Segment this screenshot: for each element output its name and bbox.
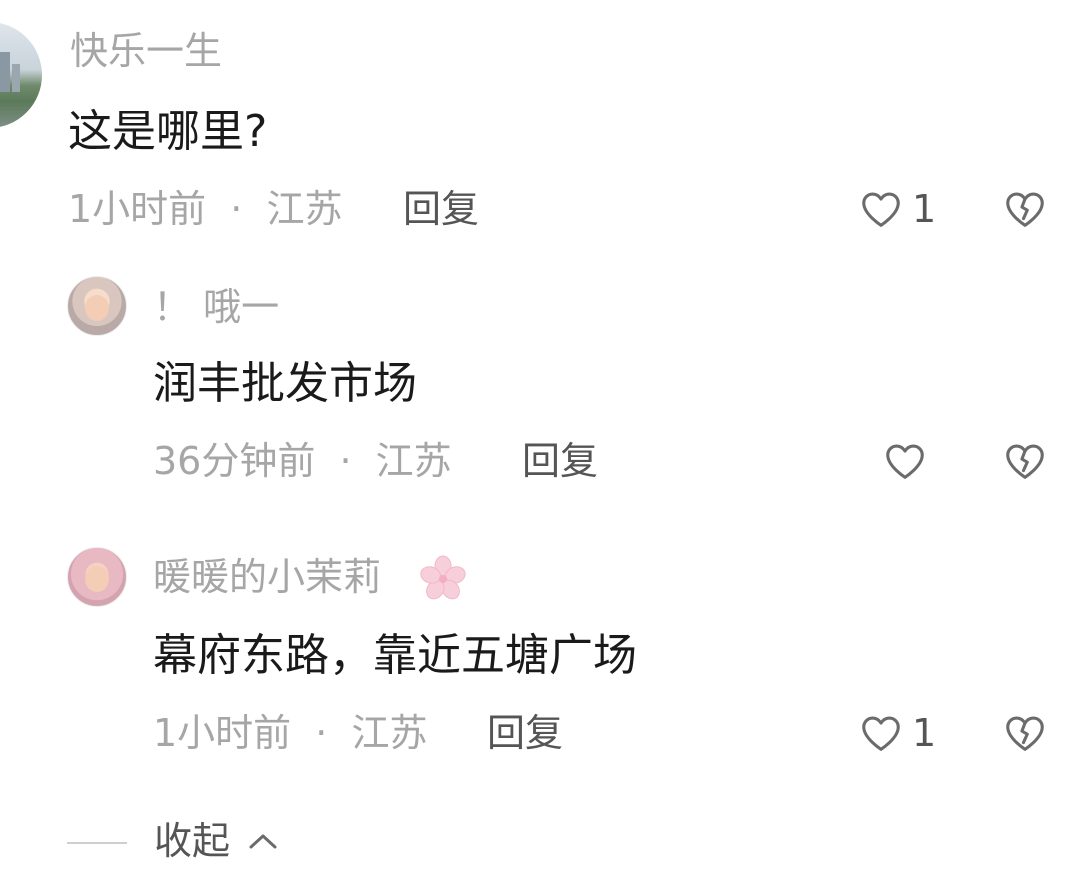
avatar[interactable]: [67, 547, 127, 607]
comment-location: 江苏: [375, 439, 452, 483]
heart-outline-icon[interactable]: [882, 438, 928, 484]
broken-heart-icon[interactable]: [1002, 710, 1048, 756]
reply-button[interactable]: 回复: [487, 714, 563, 752]
collapse-divider: [67, 842, 127, 844]
comment-time: 1小时前: [68, 187, 207, 231]
meta-separator: ·: [339, 439, 352, 483]
heart-outline-icon[interactable]: [858, 186, 904, 232]
comment-meta: 1小时前 · 江苏: [68, 190, 342, 228]
meta-separator: ·: [230, 187, 243, 231]
comment-location: 江苏: [351, 711, 428, 755]
like-count: 1: [912, 187, 937, 231]
comment-time: 36分钟前: [153, 439, 316, 483]
comment-text: 润丰批发市场: [153, 358, 417, 409]
reply-button[interactable]: 回复: [522, 442, 598, 480]
cherry-blossom-icon: [418, 553, 468, 603]
username[interactable]: 暖暖的小茉莉: [153, 558, 381, 596]
username[interactable]: ！ 哦一: [153, 288, 279, 326]
broken-heart-icon[interactable]: [1002, 186, 1048, 232]
heart-outline-icon[interactable]: [858, 710, 904, 756]
collapse-button[interactable]: 收起: [154, 822, 230, 860]
username[interactable]: 快乐一生: [70, 32, 222, 70]
chevron-up-icon[interactable]: [246, 826, 280, 856]
broken-heart-icon[interactable]: [1002, 438, 1048, 484]
comment-text: 这是哪里?: [68, 106, 268, 157]
comment-meta: 1小时前 · 江苏: [153, 714, 427, 752]
avatar[interactable]: [67, 276, 127, 336]
meta-separator: ·: [315, 711, 328, 755]
reply-button[interactable]: 回复: [403, 190, 479, 228]
like-count: 1: [912, 711, 937, 755]
avatar[interactable]: [0, 22, 42, 128]
comment-time: 1小时前: [153, 711, 292, 755]
comment-text: 幕府东路，靠近五塘广场: [153, 630, 637, 681]
comment-location: 江苏: [266, 187, 343, 231]
comment-meta: 36分钟前 · 江苏: [153, 442, 452, 480]
